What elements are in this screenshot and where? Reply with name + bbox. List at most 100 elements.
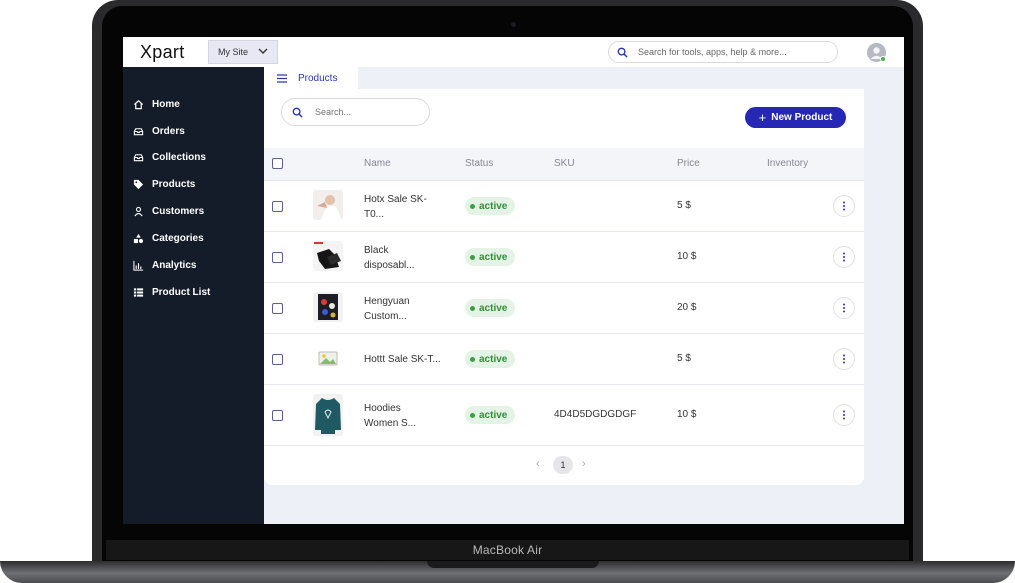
more-vertical-icon xyxy=(843,410,845,420)
row-checkbox[interactable] xyxy=(272,354,283,365)
more-vertical-icon xyxy=(843,354,845,364)
sidebar-item-label: Categories xyxy=(152,232,204,244)
status-label: active xyxy=(479,251,508,263)
sidebar-item-categories[interactable]: Categories xyxy=(123,227,264,249)
column-header-sku[interactable]: SKU xyxy=(554,158,575,169)
tab-strip: Products xyxy=(264,67,904,89)
product-thumbnail xyxy=(313,292,343,322)
online-status-dot xyxy=(880,56,886,62)
app-logo[interactable]: Xpart xyxy=(140,42,185,63)
top-bar: Xpart My Site Search for tools, apps, he… xyxy=(123,37,904,67)
table-row[interactable]: Hotx Sale SK- T0... active 5 $ xyxy=(264,181,864,232)
sidebar-item-collections[interactable]: Collections xyxy=(123,146,264,168)
hamburger-menu-icon xyxy=(277,73,287,83)
app-screen: Xpart My Site Search for tools, apps, he… xyxy=(123,37,904,524)
status-badge: active xyxy=(465,299,515,317)
product-thumbnail xyxy=(313,190,343,220)
row-actions-button[interactable] xyxy=(833,297,855,319)
product-search-placeholder: Search... xyxy=(315,107,352,117)
product-name-line: Hoodies xyxy=(364,403,401,414)
product-price: 5 $ xyxy=(677,353,691,364)
product-name-line: disposabl... xyxy=(364,260,415,271)
sidebar-item-analytics[interactable]: Analytics xyxy=(123,254,264,276)
site-selector[interactable]: My Site xyxy=(208,40,278,64)
tab-products[interactable]: Products xyxy=(264,67,358,89)
product-name[interactable]: Hengyuan Custom... xyxy=(364,294,454,324)
row-actions-button[interactable] xyxy=(833,246,855,268)
sidebar-item-products[interactable]: Products xyxy=(123,173,264,195)
row-checkbox[interactable] xyxy=(272,201,283,212)
sidebar-item-label: Customers xyxy=(152,205,205,217)
status-badge: active xyxy=(465,350,515,368)
status-label: active xyxy=(479,409,508,421)
status-label: active xyxy=(479,302,508,314)
pagination-next-button[interactable]: › xyxy=(582,458,586,470)
product-name-line: T0... xyxy=(364,209,385,220)
product-name[interactable]: Hottt Sale SK-T... xyxy=(364,352,454,367)
image-placeholder-icon xyxy=(313,343,343,373)
product-name-line: Black xyxy=(364,245,389,256)
sidebar-item-product-list[interactable]: Product List xyxy=(123,281,264,303)
status-dot xyxy=(470,412,475,418)
sidebar-item-home[interactable]: Home xyxy=(123,93,264,115)
row-checkbox[interactable] xyxy=(272,303,283,314)
new-product-label: New Product xyxy=(771,112,833,123)
row-checkbox[interactable] xyxy=(272,252,283,263)
search-icon xyxy=(617,47,628,58)
list-icon xyxy=(132,286,144,298)
global-search-input[interactable]: Search for tools, apps, help & more... xyxy=(608,41,838,63)
column-header-inventory[interactable]: Inventory xyxy=(767,158,808,169)
laptop-hinge-notch xyxy=(427,561,599,568)
column-header-name[interactable]: Name xyxy=(364,158,391,169)
sidebar-item-label: Analytics xyxy=(152,259,197,271)
product-name-line: Women S... xyxy=(364,418,417,429)
inbox-icon xyxy=(132,125,144,137)
sidebar-item-label: Product List xyxy=(152,286,211,298)
table-row[interactable]: Hengyuan Custom... active 20 $ xyxy=(264,283,864,334)
pagination: ‹ 1 › xyxy=(264,456,864,476)
select-all-checkbox[interactable] xyxy=(272,158,283,169)
product-name[interactable]: Hotx Sale SK- T0... xyxy=(364,192,454,222)
row-actions-button[interactable] xyxy=(833,348,855,370)
chevron-down-icon xyxy=(258,48,268,54)
home-icon xyxy=(132,98,144,110)
status-dot xyxy=(470,356,475,362)
status-dot xyxy=(470,254,475,260)
user-icon xyxy=(132,205,144,217)
table-row[interactable]: Black disposabl... active 10 $ xyxy=(264,232,864,283)
product-name-line: Hotx Sale SK- xyxy=(364,194,427,205)
new-product-button[interactable]: + New Product xyxy=(745,107,846,128)
shapes-icon xyxy=(132,232,144,244)
more-vertical-icon xyxy=(843,303,845,313)
row-checkbox[interactable] xyxy=(272,410,283,421)
sidebar: Home Orders Collections Products Custome… xyxy=(123,67,264,524)
status-dot xyxy=(470,305,475,311)
status-badge: active xyxy=(465,248,515,266)
column-header-price[interactable]: Price xyxy=(677,158,700,169)
status-dot xyxy=(470,203,475,209)
row-actions-button[interactable] xyxy=(833,195,855,217)
product-name-line: Hengyuan xyxy=(364,296,410,307)
table-row[interactable]: Hoodies Women S... active 4D4D5DGDGDGF 1… xyxy=(264,385,864,446)
pagination-prev-button[interactable]: ‹ xyxy=(536,458,540,470)
column-header-status[interactable]: Status xyxy=(465,158,493,169)
table-row[interactable]: Hottt Sale SK-T... active 5 $ xyxy=(264,334,864,385)
product-price: 5 $ xyxy=(677,200,691,211)
sidebar-item-orders[interactable]: Orders xyxy=(123,120,264,142)
camera-icon xyxy=(511,22,516,27)
product-name-line: Custom... xyxy=(364,311,407,322)
product-name[interactable]: Hoodies Women S... xyxy=(364,401,454,431)
product-name[interactable]: Black disposabl... xyxy=(364,243,454,273)
tag-icon xyxy=(132,178,144,190)
tab-label: Products xyxy=(298,72,338,84)
product-search-input[interactable]: Search... xyxy=(281,98,430,126)
more-vertical-icon xyxy=(843,201,845,211)
sidebar-item-label: Collections xyxy=(152,151,206,163)
product-thumbnail xyxy=(313,394,343,436)
global-search-placeholder: Search for tools, apps, help & more... xyxy=(638,47,787,57)
row-actions-button[interactable] xyxy=(833,404,855,426)
product-price: 10 $ xyxy=(677,409,697,420)
sidebar-item-label: Products xyxy=(152,178,196,190)
sidebar-item-customers[interactable]: Customers xyxy=(123,200,264,222)
pagination-current-page[interactable]: 1 xyxy=(553,456,573,474)
